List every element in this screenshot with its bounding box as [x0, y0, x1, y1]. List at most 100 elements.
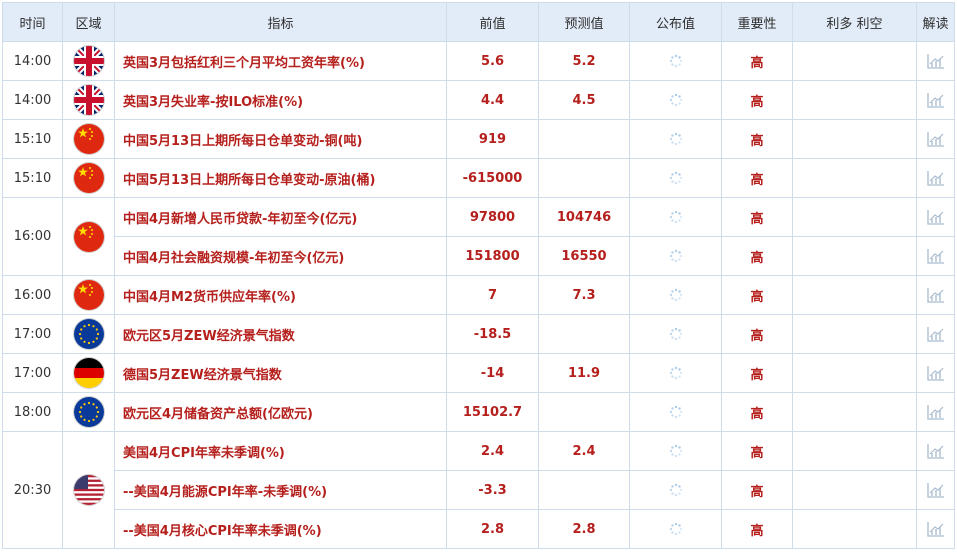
- table-row: 中国4月社会融资规模-年初至今(亿元) 151800 16550 高: [3, 236, 955, 276]
- region-cell: [62, 392, 115, 432]
- time-cell: 15:10: [2, 119, 63, 159]
- analysis-chart-icon[interactable]: [926, 326, 945, 342]
- importance-value: 高: [721, 158, 793, 198]
- analysis-cell[interactable]: [916, 275, 955, 315]
- forecast-value: 2.8: [538, 509, 630, 549]
- analysis-cell[interactable]: [916, 197, 955, 237]
- analysis-chart-icon[interactable]: [926, 248, 945, 264]
- table-row: --美国4月能源CPI年率-未季调(%) -3.3 高: [3, 470, 955, 510]
- analysis-cell[interactable]: [916, 236, 955, 276]
- indicator-link[interactable]: 欧元区5月ZEW经济景气指数: [114, 314, 447, 354]
- loading-spinner-icon: [669, 366, 683, 380]
- impact-cell: [792, 431, 917, 471]
- analysis-chart-icon[interactable]: [926, 482, 945, 498]
- table-row: --美国4月核心CPI年率未季调(%) 2.8 2.8 高: [3, 509, 955, 549]
- previous-value: -14: [446, 353, 539, 393]
- analysis-chart-icon[interactable]: [926, 53, 945, 69]
- actual-value-cell: [629, 392, 722, 432]
- impact-cell: [792, 80, 917, 120]
- loading-spinner-icon: [669, 327, 683, 341]
- loading-spinner-icon: [669, 405, 683, 419]
- importance-value: 高: [721, 353, 793, 393]
- importance-value: 高: [721, 80, 793, 120]
- analysis-cell[interactable]: [916, 431, 955, 471]
- indicator-link[interactable]: 中国5月13日上期所每日仓单变动-铜(吨): [114, 119, 447, 159]
- analysis-chart-icon[interactable]: [926, 287, 945, 303]
- header-importance: 重要性: [721, 2, 793, 42]
- actual-value-cell: [629, 119, 722, 159]
- impact-cell: [792, 236, 917, 276]
- analysis-cell[interactable]: [916, 119, 955, 159]
- economic-calendar-table: 时间 区域 指标 前值 预测值 公布值 重要性 利多 利空 解读 14:00 英国…: [2, 2, 955, 549]
- indicator-link[interactable]: 英国3月包括红利三个月平均工资年率(%): [114, 41, 447, 81]
- forecast-value: 104746: [538, 197, 630, 237]
- previous-value: -18.5: [446, 314, 539, 354]
- indicator-link[interactable]: 德国5月ZEW经济景气指数: [114, 353, 447, 393]
- forecast-value: 16550: [538, 236, 630, 276]
- analysis-chart-icon[interactable]: [926, 170, 945, 186]
- uk-flag-icon: [73, 46, 104, 76]
- indicator-link[interactable]: --美国4月核心CPI年率未季调(%): [114, 509, 447, 549]
- indicator-link[interactable]: 中国4月M2货币供应年率(%): [114, 275, 447, 315]
- previous-value: -3.3: [446, 470, 539, 510]
- table-row: 17:00 欧元区5月ZEW经济景气指数 -18.5 高: [2, 314, 955, 354]
- importance-value: 高: [721, 470, 793, 510]
- previous-value: 15102.7: [446, 392, 539, 432]
- header-analysis: 解读: [916, 2, 955, 42]
- indicator-link[interactable]: 美国4月CPI年率未季调(%): [114, 431, 447, 471]
- forecast-value: 4.5: [538, 80, 630, 120]
- time-cell: 14:00: [2, 80, 63, 120]
- previous-value: 5.6: [446, 41, 539, 81]
- indicator-link[interactable]: 中国5月13日上期所每日仓单变动-原油(桶): [114, 158, 447, 198]
- actual-value-cell: [629, 197, 722, 237]
- loading-spinner-icon: [669, 249, 683, 263]
- forecast-value: [538, 392, 630, 432]
- time-cell: 16:00: [2, 197, 63, 276]
- previous-value: 7: [446, 275, 539, 315]
- analysis-cell[interactable]: [916, 470, 955, 510]
- region-cell: [62, 197, 115, 276]
- region-cell: [62, 41, 115, 81]
- header-previous: 前值: [446, 2, 539, 42]
- actual-value-cell: [629, 80, 722, 120]
- region-cell: [62, 119, 115, 159]
- region-cell: [62, 431, 115, 549]
- analysis-cell[interactable]: [916, 353, 955, 393]
- indicator-link[interactable]: 欧元区4月储备资产总额(亿欧元): [114, 392, 447, 432]
- forecast-value: [538, 470, 630, 510]
- forecast-value: [538, 119, 630, 159]
- analysis-chart-icon[interactable]: [926, 404, 945, 420]
- analysis-cell[interactable]: [916, 80, 955, 120]
- analysis-chart-icon[interactable]: [926, 209, 945, 225]
- indicator-link[interactable]: 英国3月失业率-按ILO标准(%): [114, 80, 447, 120]
- time-cell: 20:30: [2, 431, 63, 549]
- analysis-cell[interactable]: [916, 158, 955, 198]
- indicator-link[interactable]: 中国4月社会融资规模-年初至今(亿元): [114, 236, 447, 276]
- analysis-chart-icon[interactable]: [926, 443, 945, 459]
- analysis-cell[interactable]: [916, 509, 955, 549]
- forecast-value: 5.2: [538, 41, 630, 81]
- table-row: 18:00 欧元区4月储备资产总额(亿欧元) 15102.7 高: [2, 392, 955, 432]
- indicator-link[interactable]: 中国4月新增人民币贷款-年初至今(亿元): [114, 197, 447, 237]
- actual-value-cell: [629, 314, 722, 354]
- analysis-chart-icon[interactable]: [926, 365, 945, 381]
- header-time: 时间: [2, 2, 63, 42]
- table-row: 15:10 中国5月13日上期所每日仓单变动-铜(吨) 919 高: [2, 119, 955, 159]
- analysis-chart-icon[interactable]: [926, 131, 945, 147]
- indicator-link[interactable]: --美国4月能源CPI年率-未季调(%): [114, 470, 447, 510]
- forecast-value: [538, 158, 630, 198]
- time-cell: 18:00: [2, 392, 63, 432]
- impact-cell: [792, 509, 917, 549]
- table-row: 16:00 中国4月新增人民币贷款-年初至今(亿元) 97800 104746 高: [2, 197, 955, 276]
- analysis-chart-icon[interactable]: [926, 521, 945, 537]
- importance-value: 高: [721, 236, 793, 276]
- forecast-value: 7.3: [538, 275, 630, 315]
- loading-spinner-icon: [669, 444, 683, 458]
- analysis-cell[interactable]: [916, 314, 955, 354]
- header-impact: 利多 利空: [792, 2, 917, 42]
- analysis-cell[interactable]: [916, 392, 955, 432]
- analysis-cell[interactable]: [916, 41, 955, 81]
- time-cell: 17:00: [2, 353, 63, 393]
- actual-value-cell: [629, 41, 722, 81]
- analysis-chart-icon[interactable]: [926, 92, 945, 108]
